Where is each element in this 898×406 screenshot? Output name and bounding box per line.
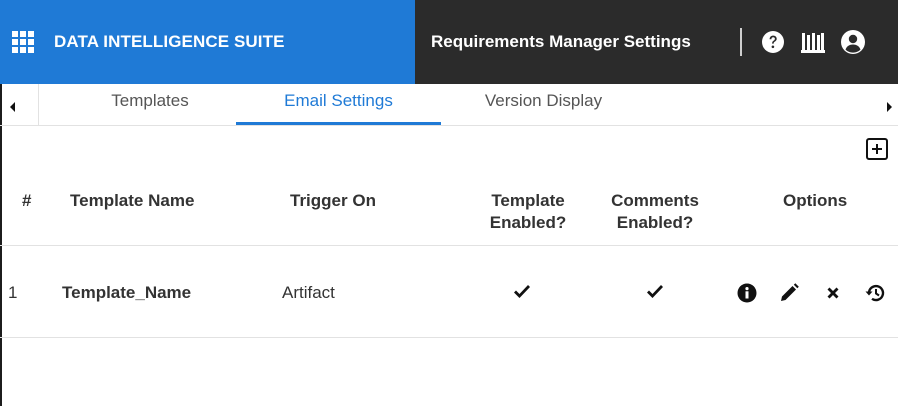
tab-email-settings[interactable]: Email Settings (236, 84, 441, 125)
info-icon (737, 283, 757, 303)
brand-title: DATA INTELLIGENCE SUITE (54, 32, 285, 51)
table-row: 1 Template_Name Artifact (0, 246, 898, 338)
tab-bar: Templates Email Settings Version Display (0, 84, 898, 126)
app-title: Requirements Manager Settings (431, 32, 691, 51)
brand-area: DATA INTELLIGENCE SUITE (0, 0, 415, 84)
edit-button[interactable] (778, 282, 800, 304)
column-header-comments-enabled: Comments Enabled? (605, 190, 705, 234)
column-header-template-enabled: Template Enabled? (478, 190, 578, 234)
add-template-button[interactable] (866, 138, 888, 160)
template-enabled-check-icon (514, 285, 530, 298)
library-icon[interactable] (800, 29, 826, 55)
delete-x-icon (827, 287, 839, 299)
column-header-comments-enabled-line2: Enabled? (616, 213, 694, 232)
column-header-options: Options (783, 191, 848, 210)
edit-pencil-icon (781, 283, 799, 301)
apps-grid-icon[interactable] (12, 31, 34, 53)
column-header-index: # (22, 191, 32, 210)
column-header-template-name: Template Name (70, 191, 195, 210)
tab-version-display[interactable]: Version Display (446, 84, 641, 125)
top-bar: DATA INTELLIGENCE SUITE Requirements Man… (0, 0, 898, 84)
column-header-template-enabled-line1: Template (491, 191, 565, 210)
row-index: 1 (8, 283, 18, 302)
comments-enabled-check-icon (647, 285, 663, 298)
tab-divider (38, 84, 39, 125)
history-button[interactable] (864, 282, 886, 304)
add-square-icon (872, 144, 882, 154)
app-bar: Requirements Manager Settings (415, 0, 898, 84)
column-header-template-enabled-line2: Enabled? (489, 213, 567, 232)
column-header-comments-enabled-line1: Comments (611, 191, 699, 210)
info-button[interactable] (736, 282, 758, 304)
delete-button[interactable] (822, 282, 844, 304)
tab-scroll-right-icon[interactable] (887, 102, 892, 112)
user-account-icon[interactable] (840, 29, 866, 55)
tab-scroll-left-icon[interactable] (10, 102, 15, 112)
history-restore-icon (865, 284, 885, 302)
column-header-trigger-on: Trigger On (290, 191, 376, 210)
row-template-name: Template_Name (62, 283, 192, 302)
table-header: # Template Name Trigger On Template Enab… (0, 174, 898, 246)
help-icon[interactable] (760, 29, 786, 55)
tab-templates[interactable]: Templates (60, 84, 240, 125)
row-trigger-on: Artifact (282, 283, 335, 302)
header-separator (740, 28, 742, 56)
